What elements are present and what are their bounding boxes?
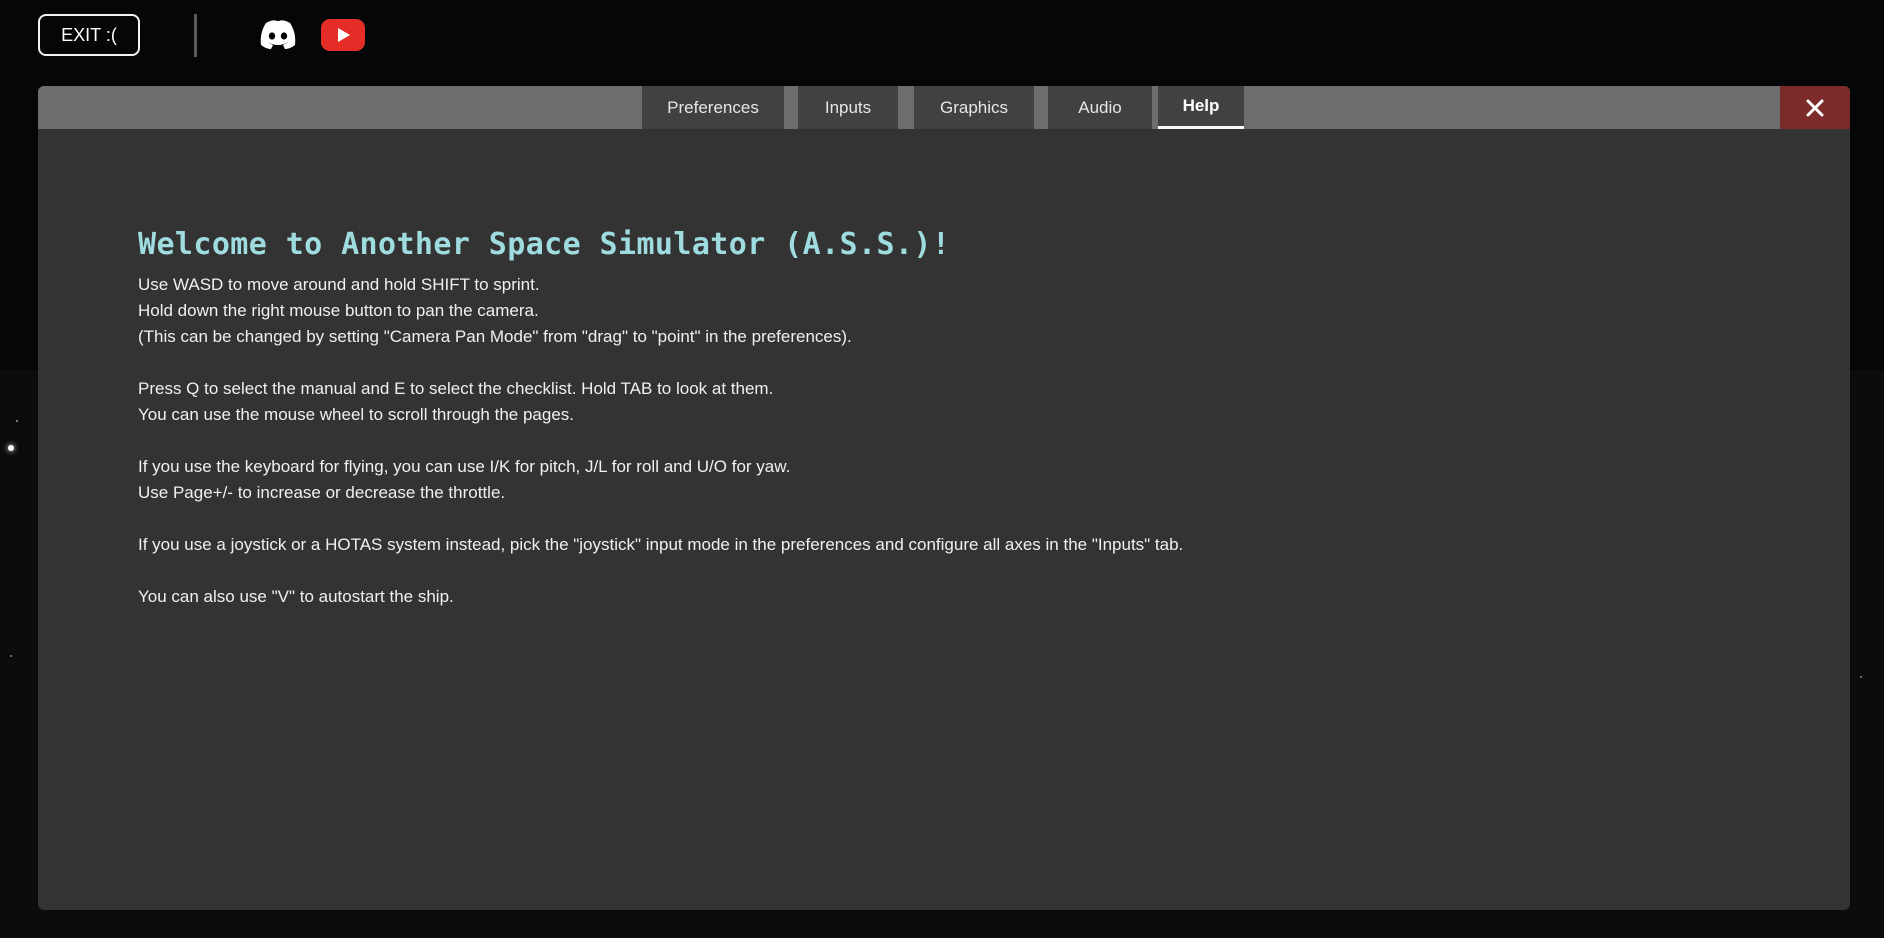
help-line: If you use a joystick or a HOTAS system … (138, 535, 1184, 554)
youtube-icon[interactable] (321, 19, 365, 51)
close-icon (1806, 99, 1824, 116)
help-line: (This can be changed by setting "Camera … (138, 327, 852, 346)
help-line: You can also use "V" to autostart the sh… (138, 587, 454, 606)
tab-bar: Preferences Inputs Graphics Audio Help (38, 86, 1850, 129)
help-line (138, 428, 1738, 454)
toolbar-divider (194, 14, 197, 57)
settings-panel: Preferences Inputs Graphics Audio Help W… (38, 86, 1850, 910)
tab-inputs[interactable]: Inputs (798, 86, 898, 129)
help-line (138, 350, 1738, 376)
star (8, 445, 14, 451)
tab-help[interactable]: Help (1158, 86, 1244, 129)
help-line (138, 558, 1738, 584)
help-line: You can use the mouse wheel to scroll th… (138, 405, 574, 424)
star (1860, 676, 1862, 678)
help-title: Welcome to Another Space Simulator (A.S.… (138, 227, 951, 262)
help-content: Welcome to Another Space Simulator (A.S.… (138, 226, 1738, 610)
discord-icon[interactable] (258, 18, 298, 52)
tab-graphics[interactable]: Graphics (914, 86, 1034, 129)
star (10, 655, 12, 657)
help-line: Hold down the right mouse button to pan … (138, 301, 539, 320)
star (16, 420, 18, 422)
help-line: If you use the keyboard for flying, you … (138, 457, 791, 476)
help-line: Press Q to select the manual and E to se… (138, 379, 774, 398)
tab-preferences[interactable]: Preferences (642, 86, 784, 129)
close-button[interactable] (1780, 86, 1850, 129)
exit-button[interactable]: EXIT :( (38, 14, 140, 56)
tab-audio[interactable]: Audio (1048, 86, 1152, 129)
help-line: Use WASD to move around and hold SHIFT t… (138, 275, 540, 294)
help-line: Use Page+/- to increase or decrease the … (138, 483, 506, 502)
help-line (138, 506, 1738, 532)
